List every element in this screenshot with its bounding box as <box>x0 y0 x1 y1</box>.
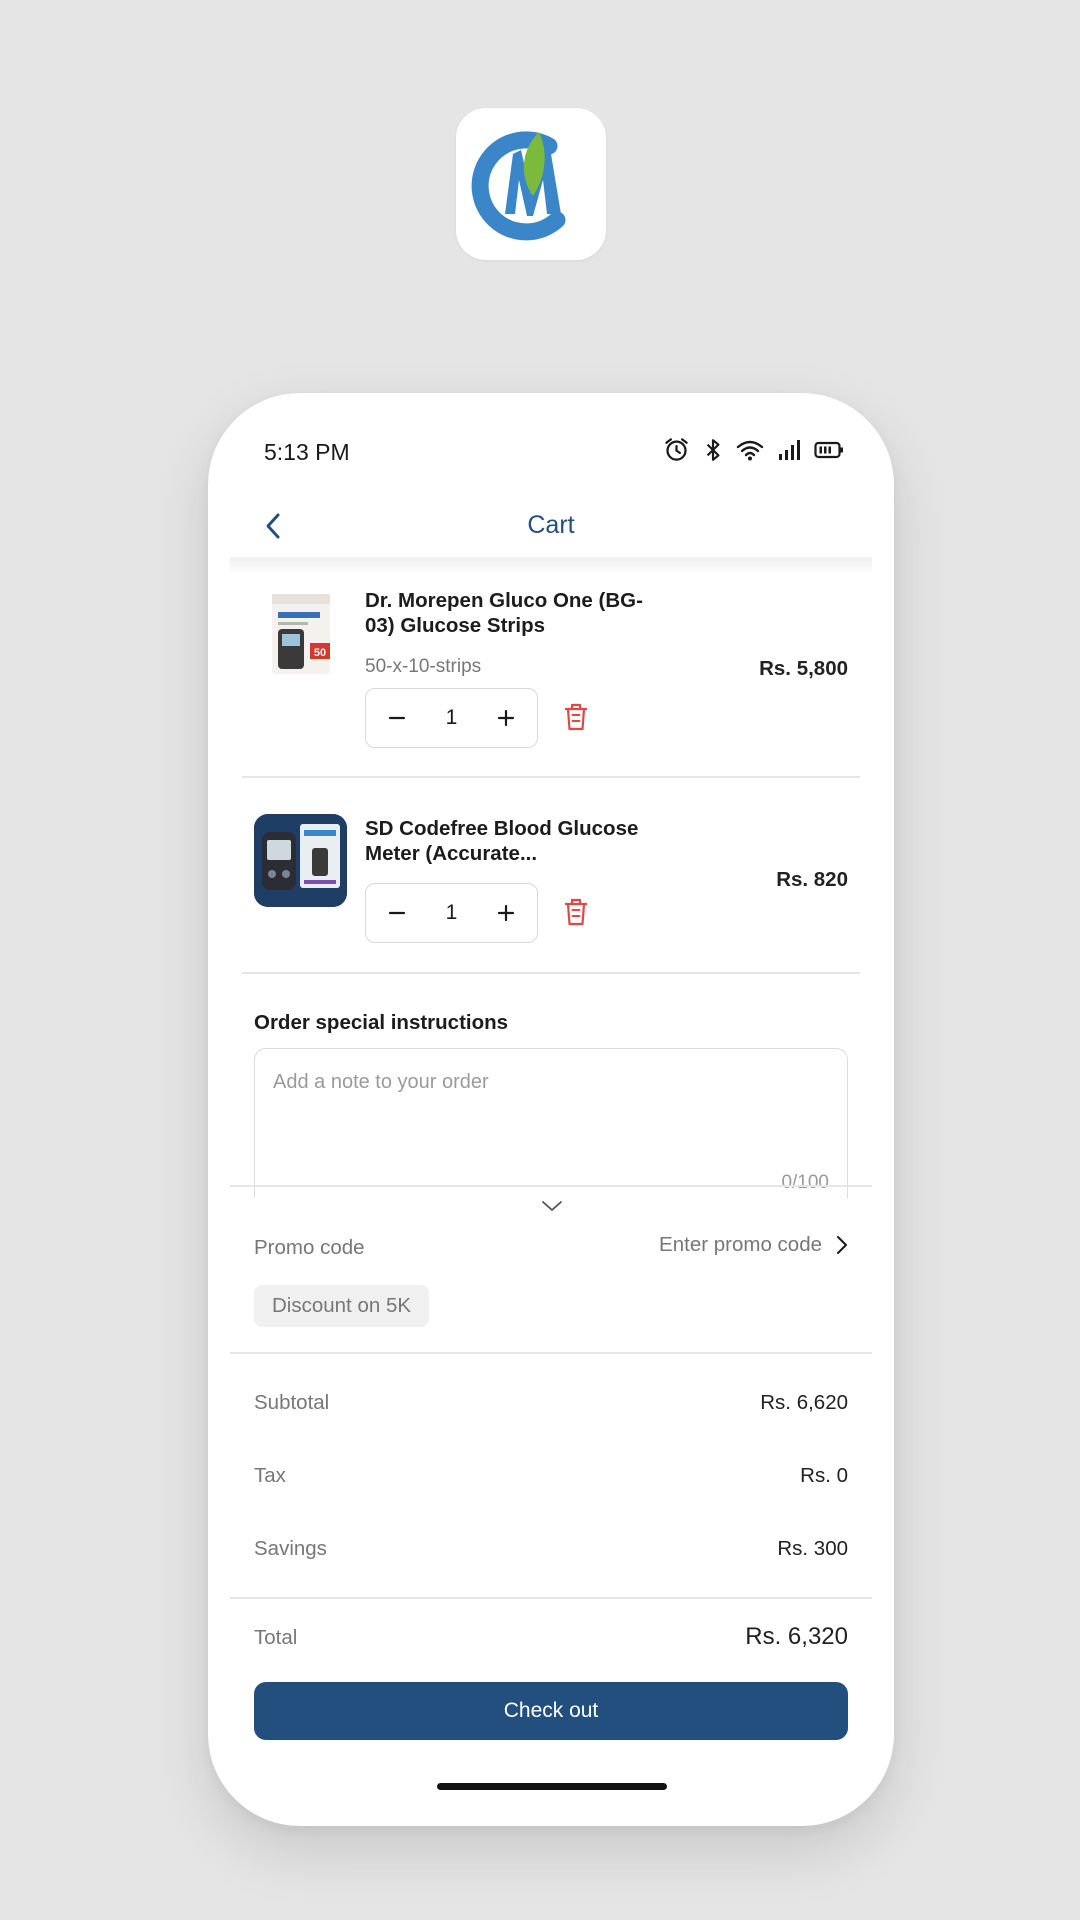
item-divider <box>242 776 860 778</box>
phone-frame: 5:13 PM Cart 50 Dr. Morepen Gluco One (B… <box>208 393 894 1826</box>
order-note-input[interactable] <box>273 1071 813 1094</box>
note-char-counter: 0/100 <box>781 1172 829 1193</box>
remove-item-button[interactable] <box>562 701 590 733</box>
plus-icon <box>497 709 515 726</box>
plus-icon <box>497 904 515 921</box>
total-value: Rs. 6,320 <box>745 1623 848 1650</box>
quantity-stepper: 1 <box>365 688 538 748</box>
quantity-value: 1 <box>445 706 458 729</box>
promo-code-link[interactable]: Enter promo code <box>659 1233 848 1257</box>
item-divider <box>242 972 860 974</box>
total-divider <box>230 1597 872 1599</box>
summary-divider <box>230 1352 872 1354</box>
product-image[interactable] <box>254 814 347 907</box>
promo-action-text: Enter promo code <box>659 1233 822 1256</box>
header-shadow <box>230 557 872 575</box>
glucose-meter-image <box>254 814 347 907</box>
product-image[interactable]: 50 <box>254 586 347 679</box>
battery-icon <box>814 441 843 458</box>
increase-quantity-button[interactable] <box>493 898 519 929</box>
subtotal-value: Rs. 6,620 <box>760 1391 848 1414</box>
box-badge: 50 <box>314 647 326 659</box>
glucose-strips-box-image: 50 <box>272 594 330 674</box>
savings-value: Rs. 300 <box>777 1537 848 1560</box>
app-header: Cart <box>208 493 894 557</box>
decrease-quantity-button[interactable] <box>384 898 410 929</box>
trash-icon <box>565 703 587 731</box>
product-price: Rs. 5,800 <box>759 657 848 680</box>
note-divider <box>230 1185 872 1187</box>
chevron-down-icon <box>542 1201 562 1211</box>
remove-item-button[interactable] <box>562 896 590 928</box>
tax-value: Rs. 0 <box>800 1464 848 1487</box>
page-title: Cart <box>527 511 575 539</box>
quantity-value: 1 <box>445 901 458 924</box>
subtotal-label: Subtotal <box>254 1391 330 1414</box>
trash-icon <box>565 898 587 926</box>
tax-label: Tax <box>254 1464 286 1487</box>
chevron-right-icon <box>837 1236 847 1254</box>
checkout-button[interactable]: Check out <box>254 1682 848 1740</box>
promo-label: Promo code <box>254 1236 365 1259</box>
quantity-stepper: 1 <box>365 883 538 943</box>
discount-chip[interactable]: Discount on 5K <box>254 1285 430 1327</box>
signal-icon <box>779 439 800 460</box>
alarm-icon <box>665 438 688 461</box>
minus-icon <box>388 911 406 914</box>
savings-label: Savings <box>254 1537 327 1560</box>
decrease-quantity-button[interactable] <box>384 703 410 734</box>
product-price: Rs. 820 <box>776 868 848 891</box>
order-note-field: 0/100 <box>254 1048 848 1198</box>
wifi-icon <box>736 440 764 460</box>
minus-icon <box>388 716 406 719</box>
bluetooth-icon <box>706 438 720 461</box>
home-indicator[interactable] <box>437 1783 667 1790</box>
logo-mark-icon <box>471 131 566 241</box>
total-label: Total <box>254 1626 298 1649</box>
app-logo <box>456 108 606 260</box>
product-name[interactable]: SD Codefree Blood Glucose Meter (Accurat… <box>365 816 655 866</box>
product-variant: 50-x-10-strips <box>365 656 482 677</box>
expand-toggle[interactable] <box>541 1199 563 1218</box>
status-time: 5:13 PM <box>264 439 350 465</box>
instructions-title: Order special instructions <box>254 1011 509 1034</box>
product-name[interactable]: Dr. Morepen Gluco One (BG-03) Glucose St… <box>365 588 655 638</box>
increase-quantity-button[interactable] <box>493 703 519 734</box>
status-icons <box>663 436 844 463</box>
